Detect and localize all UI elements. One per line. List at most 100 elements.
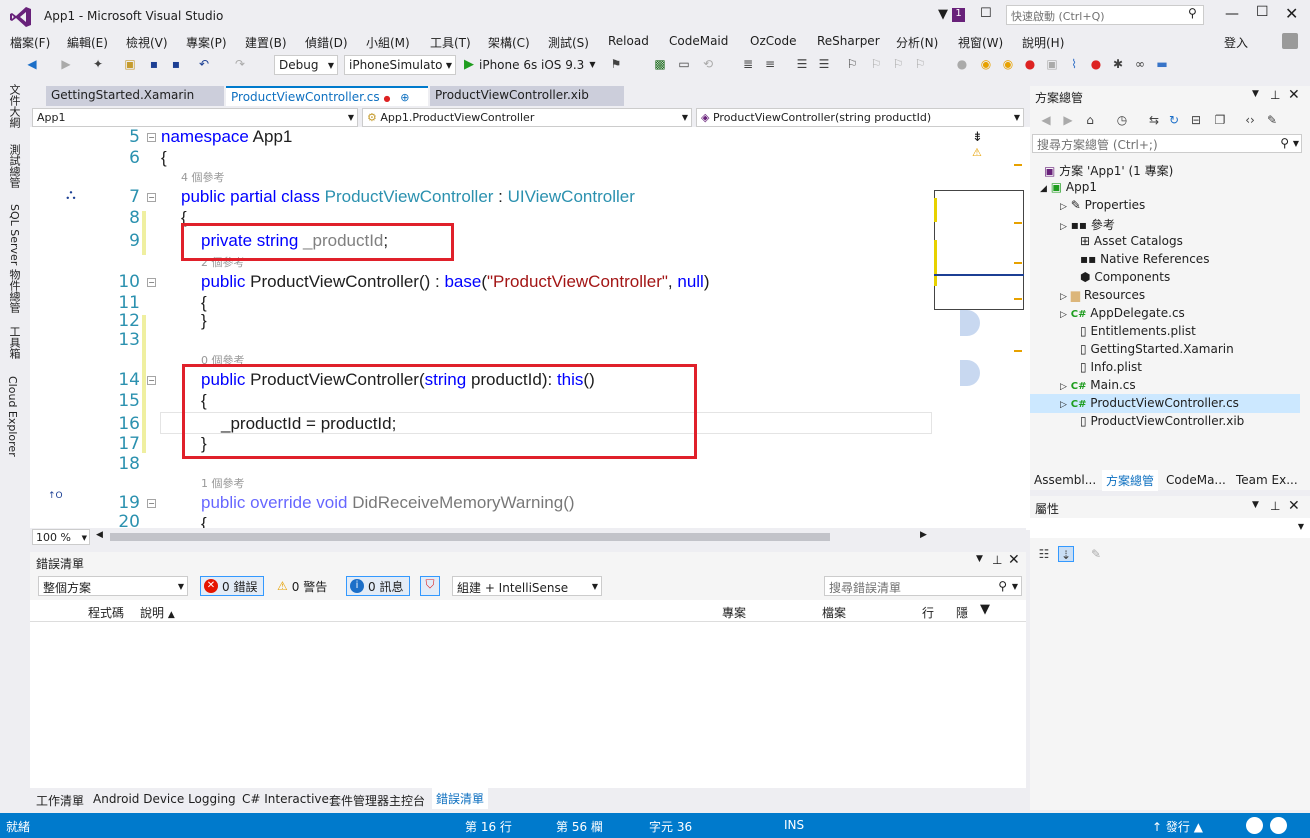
column-file[interactable]: 檔案 [822,604,846,621]
tree-item-productviewcontroller-xib[interactable]: ▯ ProductViewController.xib [1080,414,1244,428]
menu-edit[interactable]: 編輯(E) [67,34,108,51]
minimize-button[interactable]: — [1225,6,1239,22]
code-editor[interactable]: ⛬ ↑O 5 6 7 8 9 10 11 12 13 14 15 16 17 1… [30,127,1030,530]
history-icon[interactable]: ◷ [1114,112,1130,128]
new-project-icon[interactable]: ✦ [90,56,106,72]
menu-window[interactable]: 視窗(W) [958,34,1003,51]
menu-build[interactable]: 建置(B) [245,34,287,51]
tab-assembly-explorer[interactable]: Assembl... [1034,473,1096,487]
error-icon[interactable]: ● [1088,56,1104,72]
uncomment-icon[interactable]: ☰ [816,56,832,72]
close-icon[interactable]: ✕ [1008,552,1020,568]
tree-item-project[interactable]: ◢ ▣ App1 [1040,180,1097,194]
tab-test-explorer[interactable]: 測試總管 [6,144,22,188]
property-pages-icon[interactable]: ✎ [1088,546,1104,562]
class-diagram-icon[interactable]: ⛬ [66,187,76,203]
close-button[interactable]: ✕ [1285,4,1298,23]
tree-item-solution[interactable]: ▣ 方案 'App1' (1 專案) [1044,162,1173,179]
bookmark-clear-icon[interactable]: ⚐ [912,56,928,72]
indent-icon[interactable]: ≣ [740,56,756,72]
chevron-down-icon[interactable]: ▼ [976,554,983,564]
menu-debug[interactable]: 偵錯(D) [305,34,348,51]
scope-select[interactable]: 整個方案 ▼ [38,576,188,596]
chevron-down-icon[interactable]: ▼ [1252,500,1259,510]
tab-error-list[interactable]: 錯誤清單 [432,788,489,809]
bookmark-next-icon[interactable]: ⚐ [890,56,906,72]
stop-icon[interactable]: ● [1022,56,1038,72]
warnings-filter-button[interactable]: ⚠ 0 警告 [274,576,330,596]
filter-toggle-icon[interactable]: ⛉ [420,576,440,596]
menu-analyze[interactable]: 分析(N) [896,34,938,51]
back-icon[interactable]: ◀ [1038,112,1054,128]
settings-icon[interactable]: ✱ [1110,56,1126,72]
attach-file-icon[interactable]: ⌇ [1066,56,1082,72]
tab-productviewcontroller-cs[interactable]: ProductViewController.cs ● ⊕ × [226,86,428,118]
filter-icon[interactable]: ▼ [938,7,948,22]
browser-icon[interactable]: ▩ [652,56,668,72]
pin-icon[interactable]: ⊕ [400,91,409,104]
tab-codemaid[interactable]: CodeMa... [1166,473,1226,487]
pin-icon[interactable]: ⊥ [1270,499,1280,513]
tree-item-properties[interactable]: ▷ ✎ Properties [1060,198,1145,212]
show-all-files-icon[interactable]: ❐ [1212,112,1228,128]
member-select[interactable]: ◈ ProductViewController(string productId… [696,108,1024,127]
open-folder-icon[interactable]: ▣ [122,56,138,72]
alphabetical-icon[interactable]: ⇣ [1058,546,1074,562]
tree-item-info-plist[interactable]: ▯ Info.plist [1080,360,1142,374]
menu-test[interactable]: 測試(S) [548,34,589,51]
home-icon[interactable]: ⌂ [1082,112,1098,128]
menu-reload[interactable]: Reload [608,34,649,48]
tab-document-outline[interactable]: 文件大綱 [6,84,22,128]
menu-architecture[interactable]: 架構(C) [488,34,530,51]
column-project[interactable]: 專案 [722,604,746,621]
scroll-left-icon[interactable]: ◀ [96,530,103,540]
pin-icon[interactable]: ⊥ [1270,88,1280,102]
tab-team-explorer[interactable]: Team Ex... [1236,473,1298,487]
tree-item-references[interactable]: ▷ ▪▪ 參考 [1060,216,1115,233]
save-all-icon[interactable]: ▪ [168,56,184,72]
tab-gettingstarted[interactable]: GettingStarted.Xamarin [46,86,224,106]
project-select[interactable]: App1 ▼ [32,108,358,127]
camera-icon[interactable]: ▣ [1044,56,1060,72]
menu-codemaid[interactable]: CodeMaid [669,34,728,48]
menu-file[interactable]: 檔案(F) [10,34,50,51]
undo-icon[interactable]: ↶ [196,56,212,72]
tree-item-main[interactable]: ▷ C# Main.cs [1060,378,1136,392]
hot-reload-icon[interactable]: ⟲ [700,56,716,72]
column-suppression[interactable]: 隱 [956,604,968,621]
collapse-toggle[interactable]: − [147,133,156,142]
back-icon[interactable]: ◀ [24,56,40,72]
type-select[interactable]: ⚙ App1.ProductViewController ▼ [362,108,692,127]
wrench-icon[interactable]: ✎ [1264,112,1280,128]
solution-search-input[interactable]: 搜尋方案總管 (Ctrl+;) ⚲ ▼ [1032,134,1302,153]
close-icon[interactable]: ✕ [1288,498,1300,514]
trace-icon[interactable]: ◉ [1000,56,1016,72]
errors-filter-button[interactable]: ✕ 0 錯誤 [200,576,264,596]
bookmark-prev-icon[interactable]: ⚐ [868,56,884,72]
tree-item-gettingstarted[interactable]: ▯ GettingStarted.Xamarin [1080,342,1234,356]
chat-icon[interactable]: ▬ [1154,56,1170,72]
tab-sql-server-explorer[interactable]: SQL Server 物件總管 [6,204,22,313]
minimap-scrollbar[interactable]: ⇟ ⚠ [934,130,1026,528]
collapse-all-icon[interactable]: ⊟ [1188,112,1204,128]
minimap-viewport[interactable] [934,190,1024,310]
pin-icon[interactable]: ⊥ [992,553,1002,567]
categorized-icon[interactable]: ☷ [1036,546,1052,562]
avatar[interactable] [1270,817,1287,834]
comment-icon[interactable]: ☰ [794,56,810,72]
feedback-icon[interactable]: ☐ [980,6,992,21]
split-icon[interactable]: ⇟ [972,130,983,145]
collapse-toggle[interactable]: − [147,376,156,385]
menu-project[interactable]: 專案(P) [186,34,227,51]
tab-package-manager-console[interactable]: 套件管理器主控台 [329,792,425,809]
codelens-references[interactable]: 4 個參考 [181,169,225,185]
close-icon[interactable]: ✕ [1288,87,1300,103]
messages-filter-button[interactable]: i 0 訊息 [346,576,410,596]
sync-icon[interactable]: ⇆ [1146,112,1162,128]
redo-icon[interactable]: ↷ [232,56,248,72]
properties-object-select[interactable]: ▼ [1030,518,1310,538]
collapse-toggle[interactable]: − [147,499,156,508]
tree-item-resources[interactable]: ▷ ▆ Resources [1060,288,1145,302]
menu-tools[interactable]: 工具(T) [430,34,471,51]
tab-csharp-interactive[interactable]: C# Interactive [242,792,329,806]
